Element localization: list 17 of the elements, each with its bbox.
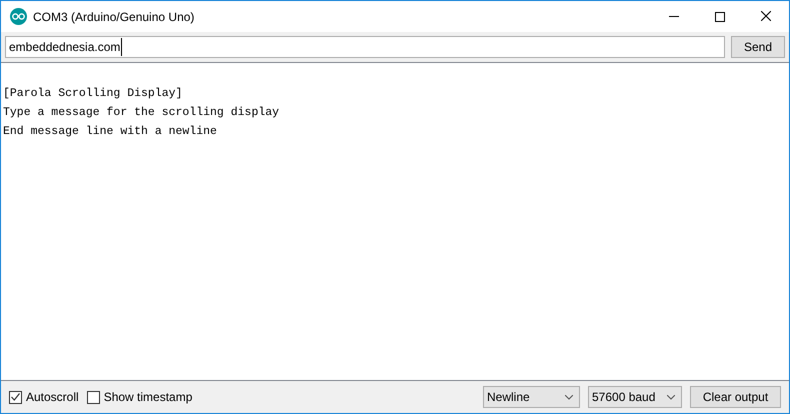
message-input-field[interactable]: embeddednesia.com: [5, 36, 725, 58]
window-title: COM3 (Arduino/Genuino Uno): [33, 8, 194, 26]
output-line: Type a message for the scrolling display: [3, 105, 280, 121]
checkbox[interactable]: [9, 390, 22, 404]
checkbox-label[interactable]: Autoscroll: [26, 388, 79, 406]
checkbox-label[interactable]: Show timestamp: [104, 388, 192, 406]
line-ending-dropdown[interactable]: Newline: [483, 386, 580, 408]
baud-rate-dropdown[interactable]: 57600 baud: [588, 386, 682, 408]
clear-output-button[interactable]: Clear output: [690, 386, 781, 408]
close-icon[interactable]: [761, 11, 771, 21]
app-logo-icon: [10, 8, 27, 25]
checkbox[interactable]: [86, 390, 100, 404]
chevron-down-icon: [565, 394, 573, 400]
send-button[interactable]: Send: [731, 36, 785, 58]
output-line: [Parola Scrolling Display]: [3, 86, 184, 102]
output-line: End message line with a newline: [3, 124, 218, 140]
chevron-down-icon: [667, 394, 675, 400]
